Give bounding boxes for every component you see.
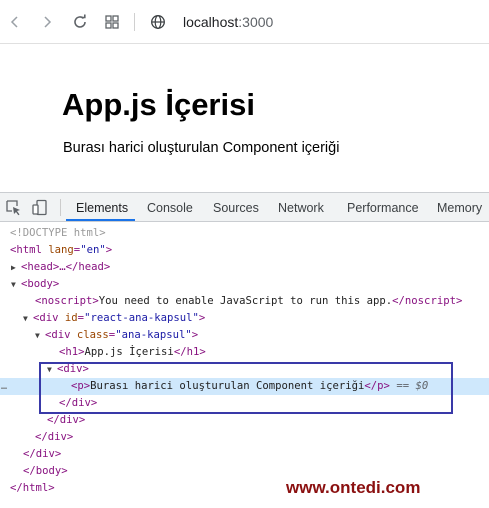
tab-memory[interactable]: Memory xyxy=(437,201,482,215)
dom-line[interactable]: </div> xyxy=(0,429,489,446)
tab-elements[interactable]: Elements xyxy=(76,201,128,215)
tab-performance[interactable]: Performance xyxy=(347,201,419,215)
h1-close-tag: </h1> xyxy=(173,346,206,358)
id-value: "react-ana-kapsul" xyxy=(84,312,199,324)
div-close-tag: </div> xyxy=(47,414,86,426)
globe-icon[interactable] xyxy=(147,9,169,35)
html-close-tag: </html> xyxy=(10,482,55,494)
html-open-tag: <html xyxy=(10,244,42,256)
doctype-text: <!DOCTYPE html> xyxy=(10,227,106,239)
active-tab-indicator xyxy=(66,219,135,221)
page-heading: App.js İçerisi xyxy=(62,87,255,122)
dom-line[interactable]: <noscript>You need to enable JavaScript … xyxy=(0,293,489,310)
annotation-highlight-box xyxy=(39,362,453,414)
collapse-triangle-icon[interactable]: ▼ xyxy=(23,310,33,327)
forward-arrow-icon[interactable] xyxy=(36,9,58,35)
dom-line[interactable]: <!DOCTYPE html> xyxy=(0,225,489,242)
close-bracket: > xyxy=(191,329,199,341)
body-open-tag: <body> xyxy=(21,278,60,290)
html-lang-attr: lang xyxy=(48,244,74,256)
id-attr: id xyxy=(64,312,78,324)
tab-grid-icon[interactable] xyxy=(101,9,123,35)
h1-text: App.js İçerisi xyxy=(84,346,174,358)
dom-line[interactable]: </div> xyxy=(0,446,489,463)
toolbar-separator xyxy=(134,13,135,31)
url-host: localhost xyxy=(183,14,239,30)
devtools-toolbar-separator xyxy=(60,199,61,216)
div-open-tag: <div xyxy=(45,329,71,341)
gutter-dots: … xyxy=(1,381,8,392)
collapse-triangle-icon[interactable]: ▼ xyxy=(11,276,21,293)
collapse-triangle-icon[interactable]: ▼ xyxy=(35,327,45,344)
div-open-tag: <div xyxy=(33,312,59,324)
tab-console[interactable]: Console xyxy=(147,201,193,215)
devtools-panel: Elements Console Sources Network Perform… xyxy=(0,192,489,508)
noscript-text: You need to enable JavaScript to run thi… xyxy=(98,295,393,307)
device-toolbar-icon[interactable] xyxy=(31,199,49,217)
address-bar[interactable]: localhost:3000 xyxy=(183,14,273,30)
noscript-close-tag: </noscript> xyxy=(392,295,463,307)
noscript-open-tag: <noscript> xyxy=(35,295,99,307)
class-value: "ana-kapsul" xyxy=(115,329,192,341)
url-port: :3000 xyxy=(238,14,274,30)
back-arrow-icon[interactable] xyxy=(4,9,26,35)
html-close-bracket: > xyxy=(105,244,113,256)
dom-line[interactable]: ▶ <head>…</head> xyxy=(0,259,489,276)
close-bracket: > xyxy=(198,312,206,324)
expand-triangle-icon[interactable]: ▶ xyxy=(11,259,21,276)
dom-line[interactable]: <h1>App.js İçerisi</h1> xyxy=(0,344,489,361)
watermark: www.ontedi.com xyxy=(286,478,421,497)
dom-line[interactable]: <html lang="en"> xyxy=(0,242,489,259)
page-viewport: App.js İçerisi Burası harici oluşturulan… xyxy=(0,44,489,192)
h1-open-tag: <h1> xyxy=(59,346,85,358)
head-collapsed: <head>…</head> xyxy=(21,261,111,273)
tab-network[interactable]: Network xyxy=(278,201,324,215)
dom-line[interactable]: ▼ <body> xyxy=(0,276,489,293)
dom-line[interactable]: ▼ <div id="react-ana-kapsul"> xyxy=(0,310,489,327)
inspect-element-icon[interactable] xyxy=(5,199,23,217)
page-paragraph: Burası harici oluşturulan Component içer… xyxy=(63,140,340,156)
div-close-tag: </div> xyxy=(23,448,62,460)
class-attr: class xyxy=(76,329,109,341)
html-lang-value: "en" xyxy=(80,244,106,256)
tab-sources[interactable]: Sources xyxy=(213,201,259,215)
div-close-tag: </div> xyxy=(35,431,74,443)
devtools-tab-bar: Elements Console Sources Network Perform… xyxy=(0,193,489,222)
reload-icon[interactable] xyxy=(69,9,91,35)
browser-toolbar: localhost:3000 xyxy=(0,0,489,44)
dom-line[interactable]: </div> xyxy=(0,412,489,429)
body-close-tag: </body> xyxy=(23,465,68,477)
dom-line[interactable]: ▼ <div class="ana-kapsul"> xyxy=(0,327,489,344)
